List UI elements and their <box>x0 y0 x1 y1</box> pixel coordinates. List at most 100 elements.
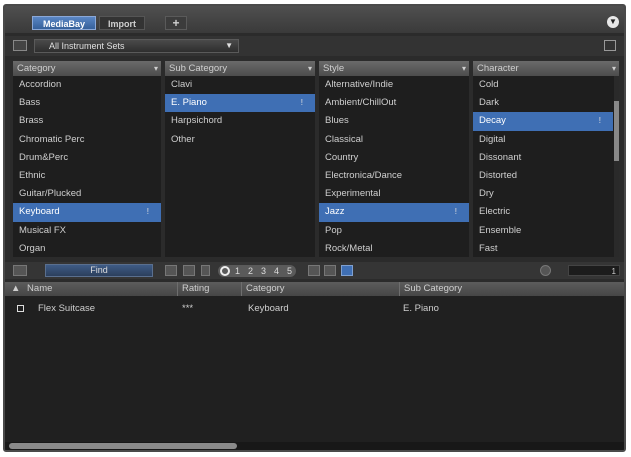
result-rating: *** <box>182 303 194 314</box>
list-item-label: Dissonant <box>479 151 522 163</box>
selected-marker: ! <box>598 116 601 126</box>
list-item[interactable]: Guitar/Plucked <box>13 185 161 203</box>
list-item[interactable]: Chromatic Perc <box>13 131 161 149</box>
selected-marker: ! <box>300 98 303 108</box>
view-icon[interactable] <box>324 265 336 276</box>
rating-option[interactable]: 2 <box>244 265 257 277</box>
list-item[interactable]: Brass <box>13 112 161 130</box>
filter-icon[interactable] <box>13 40 27 51</box>
list-item[interactable]: Electric <box>473 203 613 221</box>
list-item[interactable]: E. Piano! <box>165 94 315 113</box>
rating-filter[interactable]: 12345 <box>218 265 296 277</box>
list-item[interactable]: Organ <box>13 240 161 257</box>
column-header[interactable]: Sub Category ▾ <box>165 61 315 76</box>
menu-icon[interactable]: ▼ <box>607 16 619 28</box>
list-item[interactable]: Dissonant <box>473 149 613 167</box>
list-item[interactable]: Accordion <box>13 76 161 94</box>
list-item[interactable]: Classical <box>319 131 469 149</box>
column-header[interactable]: Category ▾ <box>13 61 161 76</box>
filter-icon[interactable] <box>13 265 27 276</box>
list-item[interactable]: Decay! <box>473 112 613 131</box>
info-icon[interactable] <box>341 265 353 276</box>
rating-reset-icon[interactable] <box>220 266 230 277</box>
tab-mediabay[interactable]: MediaBay <box>32 16 96 30</box>
column-name-header[interactable]: ▲ Name <box>5 282 177 296</box>
list-item-label: Other <box>171 133 195 145</box>
chevron-down-icon: ▾ <box>307 64 312 73</box>
list-item[interactable]: Experimental <box>319 185 469 203</box>
list-item[interactable]: Ethnic <box>13 167 161 185</box>
grid-icon[interactable] <box>165 265 177 276</box>
rating-option[interactable]: 4 <box>270 265 283 277</box>
result-count-field[interactable]: 1 <box>568 265 620 276</box>
preset-icon[interactable] <box>183 265 195 276</box>
list-item-label: Classical <box>325 133 364 145</box>
list-item[interactable]: Drum&Perc <box>13 149 161 167</box>
list-item[interactable]: Pop <box>319 222 469 240</box>
style-list: Alternative/Indie Ambient/ChillOut Blues Cl… <box>319 76 469 257</box>
list-item[interactable]: Electronica/Dance <box>319 167 469 185</box>
column-header-label: Sub Category <box>169 63 228 74</box>
tab-bar: MediaBay Import + ▼ <box>5 6 624 33</box>
list-item-label: Guitar/Plucked <box>19 188 82 200</box>
instrument-set-value: All Instrument Sets <box>49 41 125 51</box>
list-item-label: Cold <box>479 79 499 90</box>
chevron-down-icon: ▾ <box>153 64 158 73</box>
column-header-label: Style <box>323 63 345 74</box>
column-header[interactable]: Style ▾ <box>319 61 469 76</box>
scroll-thumb[interactable] <box>614 101 619 161</box>
header-label: Rating <box>182 283 210 294</box>
layout-icon[interactable] <box>604 40 616 51</box>
list-item-label: Musical FX <box>19 224 66 236</box>
list-item[interactable]: Alternative/Indie <box>319 76 469 94</box>
list-item-label: Decay <box>479 115 506 127</box>
column-header[interactable]: Character ▾ <box>473 61 619 76</box>
list-item[interactable]: Rock/Metal <box>319 240 469 257</box>
settings-icon[interactable] <box>540 265 551 276</box>
sub-category-list: Clavi E. Piano! Harpsichord Other <box>165 76 315 149</box>
list-item-label: Jazz <box>325 206 345 218</box>
filter-row: All Instrument Sets ▼ <box>5 36 624 56</box>
rating-option[interactable]: 5 <box>283 265 296 277</box>
list-item[interactable]: Blues <box>319 112 469 130</box>
list-item-label: Pop <box>325 224 342 236</box>
list-item[interactable]: Digital <box>473 131 613 149</box>
search-toolbar: Find 12345 1 <box>5 262 624 279</box>
list-item[interactable]: Harpsichord <box>165 112 315 130</box>
vertical-scrollbar[interactable] <box>614 76 619 257</box>
list-item-label: Alternative/Indie <box>325 79 394 90</box>
mediabay-window: MediaBay Import + ▼ All Instrument Sets … <box>3 4 626 452</box>
column-sub-category-header[interactable]: Sub Category <box>399 282 624 296</box>
list-item[interactable]: Other <box>165 131 315 149</box>
rating-option[interactable]: 1 <box>231 265 244 277</box>
add-tab-button[interactable]: + <box>165 16 187 30</box>
list-item[interactable]: Dark <box>473 94 613 112</box>
list-item[interactable]: Ambient/ChillOut <box>319 94 469 112</box>
scroll-thumb[interactable] <box>9 443 237 449</box>
list-item[interactable]: Ensemble <box>473 222 613 240</box>
list-item-label: Keyboard <box>19 206 60 218</box>
list-item[interactable]: Jazz! <box>319 203 469 222</box>
list-icon[interactable] <box>308 265 320 276</box>
list-item[interactable]: Musical FX <box>13 222 161 240</box>
list-item[interactable]: Country <box>319 149 469 167</box>
list-item[interactable]: Distorted <box>473 167 613 185</box>
instrument-set-select[interactable]: All Instrument Sets ▼ <box>34 39 239 53</box>
list-item[interactable]: Cold <box>473 76 613 94</box>
column-rating-header[interactable]: Rating <box>177 282 241 296</box>
list-item[interactable]: Keyboard! <box>13 203 161 222</box>
list-item[interactable]: Dry <box>473 185 613 203</box>
list-item[interactable]: Clavi <box>165 76 315 94</box>
column-category-header[interactable]: Category <box>241 282 399 296</box>
table-row[interactable]: Flex Suitcase *** Keyboard E. Piano <box>5 302 624 316</box>
list-item[interactable]: Bass <box>13 94 161 112</box>
chevron-down-icon: ▼ <box>225 41 233 50</box>
list-item-label: Ambient/ChillOut <box>325 97 397 109</box>
list-item[interactable]: Fast <box>473 240 613 257</box>
sort-icon[interactable] <box>201 265 210 276</box>
tab-import[interactable]: Import <box>99 16 145 30</box>
horizontal-scrollbar[interactable] <box>5 442 624 450</box>
list-item-label: Country <box>325 151 359 163</box>
find-button[interactable]: Find <box>45 264 153 277</box>
rating-option[interactable]: 3 <box>257 265 270 277</box>
